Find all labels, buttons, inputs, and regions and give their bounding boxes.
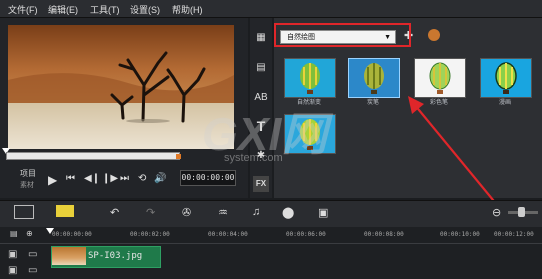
- ruler-tick: 00:00:04:00: [208, 231, 248, 238]
- filter-thumbnail[interactable]: [414, 58, 466, 98]
- video-track-icon[interactable]: ▣: [8, 249, 17, 260]
- auto-music-icon[interactable]: ♫: [252, 206, 260, 218]
- repeat-icon[interactable]: ⟲: [138, 173, 146, 184]
- volume-icon[interactable]: 🔊: [154, 173, 166, 184]
- highlight-box: [274, 23, 411, 47]
- timeline-toolbar: [0, 200, 542, 227]
- menu-settings[interactable]: 设置(S): [130, 3, 160, 16]
- track-divider: [0, 243, 542, 244]
- redo-icon[interactable]: ↷: [146, 206, 155, 219]
- add-chapter-icon[interactable]: ⊕: [26, 229, 33, 238]
- zoom-slider-knob[interactable]: [518, 207, 525, 217]
- zoom-out-icon[interactable]: ⊖: [492, 206, 501, 219]
- filter-thumbnail[interactable]: [284, 58, 336, 98]
- watermark-url: system.com: [224, 152, 283, 164]
- menu-tools[interactable]: 工具(T): [90, 3, 120, 16]
- prev-frame-icon[interactable]: ◀❙: [84, 173, 100, 184]
- menu-bar: 文件(F) 编辑(E) 工具(T) 设置(S) 帮助(H): [0, 0, 542, 18]
- filter-thumbnail-label: 炭笔: [366, 100, 379, 106]
- mode-clip-label[interactable]: 素材: [20, 180, 34, 190]
- ruler-tick: 00:00:10:00: [440, 231, 480, 238]
- filter-thumbnail[interactable]: [348, 58, 400, 98]
- scrub-bar[interactable]: [6, 152, 180, 160]
- clip-label: SP-I03.jpg: [88, 251, 143, 261]
- next-frame-icon[interactable]: ❙▶: [102, 173, 118, 184]
- clip-thumbnail: [52, 247, 86, 265]
- ruler-tick: 00:00:08:00: [364, 231, 404, 238]
- track-toggle-icon[interactable]: ▭: [28, 265, 37, 276]
- watermark: GXI网 system.com: [180, 98, 340, 188]
- storyboard-view-icon[interactable]: [14, 205, 34, 219]
- browse-icon[interactable]: [428, 29, 440, 41]
- motion-tracking-icon[interactable]: ⬤: [282, 206, 294, 219]
- ruler-tick: 00:00:12:00: [494, 231, 534, 238]
- ruler-tick: 00:00:06:00: [286, 231, 326, 238]
- timeline-view-icon[interactable]: [56, 205, 74, 217]
- overlay-track-icon[interactable]: ▣: [8, 265, 17, 276]
- ruler-tick: 00:00:02:00: [130, 231, 170, 238]
- instant-project-icon[interactable]: ▤: [253, 60, 269, 76]
- ruler-tick: 00:00:00:00: [52, 231, 92, 238]
- undo-icon[interactable]: ↶: [110, 206, 119, 219]
- mode-project-label[interactable]: 项目: [20, 168, 36, 179]
- sound-mixer-icon[interactable]: ♒: [218, 206, 228, 219]
- track-toggle-icon[interactable]: ▭: [28, 249, 37, 260]
- media-icon[interactable]: ▦: [253, 30, 269, 46]
- track-manager-icon[interactable]: ▤: [10, 229, 18, 238]
- filter-thumbnail[interactable]: [480, 58, 532, 98]
- home-icon[interactable]: ⏮: [66, 173, 75, 184]
- menu-edit[interactable]: 编辑(E): [48, 3, 78, 16]
- subtitle-icon[interactable]: ▣: [318, 206, 328, 219]
- record-capture-icon[interactable]: ✇: [182, 206, 191, 219]
- menu-file[interactable]: 文件(F): [8, 3, 38, 16]
- end-icon[interactable]: ⏭: [120, 173, 129, 184]
- play-icon[interactable]: ▶: [48, 173, 57, 187]
- menu-help[interactable]: 帮助(H): [172, 3, 203, 16]
